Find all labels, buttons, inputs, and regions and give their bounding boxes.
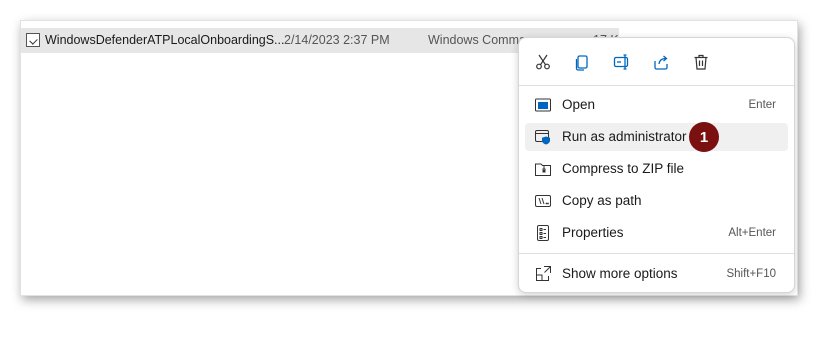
menu-item-run-as-administrator[interactable]: Run as administrator [525,123,788,151]
more-options-icon [536,266,551,281]
menu-item-compress-zip[interactable]: Compress to ZIP file [525,155,788,183]
context-menu-toolbar [519,38,796,84]
trash-icon [694,54,708,70]
menu-item-copy-as-path[interactable]: Copy as path [525,187,788,215]
script-file-icon [26,33,40,47]
menu-item-label: Show more options [562,266,678,281]
rename-button[interactable] [611,51,633,73]
menu-item-shortcut: Alt+Enter [728,227,776,239]
file-date: 2/14/2023 2:37 PM [284,33,390,47]
cut-button[interactable] [532,51,554,73]
menu-item-label: Open [562,97,596,112]
context-menu: Open Enter Run as administrator Compress… [518,37,795,293]
menu-item-shortcut: Shift+F10 [726,268,776,280]
step-callout-badge: 1 [689,122,719,152]
path-icon [535,195,551,207]
open-window-icon [535,98,551,112]
delete-button[interactable] [690,51,712,73]
file-type: Windows Comma [428,33,526,47]
menu-item-open[interactable]: Open Enter [525,91,788,119]
scissors-icon [536,54,550,70]
menu-item-shortcut: Enter [748,99,777,111]
menu-item-properties[interactable]: Properties Alt+Enter [525,219,788,247]
menu-item-label: Copy as path [562,193,642,208]
menu-item-label: Properties [562,225,624,240]
menu-item-show-more-options[interactable]: Show more options Shift+F10 [525,260,788,288]
menu-item-label: Compress to ZIP file [562,161,685,176]
menu-item-label: Run as administrator [562,129,687,144]
shield-window-icon [535,130,550,145]
menu-separator [519,253,794,254]
copy-icon [575,55,588,71]
rename-icon [613,54,629,70]
share-button[interactable] [650,51,672,73]
menu-separator [519,85,794,86]
zip-folder-icon [535,163,551,176]
properties-icon [537,225,549,241]
copy-button[interactable] [571,51,593,73]
share-icon [654,55,668,70]
file-name: WindowsDefenderATPLocalOnboardingS... [45,33,285,47]
